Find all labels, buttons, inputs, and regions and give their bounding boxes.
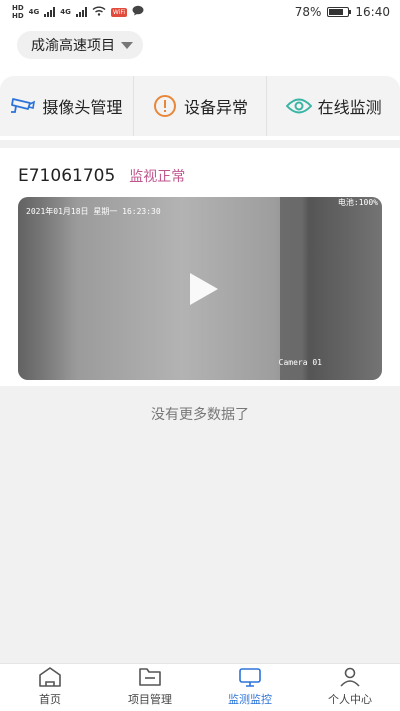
nav-label: 项目管理 [128,693,172,706]
tab-label: 摄像头管理 [42,98,123,117]
nav-personal-center[interactable]: 个人中心 [300,664,400,711]
wifi-icon [92,5,106,19]
osd-camera-label: Camera 01 [278,358,322,367]
notification-badge: WiFi [110,7,128,17]
device-id: E71061705 [18,166,116,186]
status-right: 78% 16:40 [295,5,390,19]
tab-device-exception[interactable]: 设备异常 [133,76,268,136]
osd-timestamp: 2021年01月18日 星期一 16:23:30 [26,207,161,216]
video-shadow-right [280,197,382,380]
osd-battery: 电池:100% [337,198,378,207]
video-shadow-left [18,197,78,380]
chat-icon [132,5,144,19]
hd-indicators: HD HD [12,4,24,20]
tab-label: 在线监测 [317,98,382,117]
device-status: 监视正常 [129,169,186,185]
tab-online-monitoring[interactable]: 在线监测 [267,76,400,136]
nav-label: 监测监控 [228,693,272,706]
header: 成渝高速项目 [0,24,400,62]
nav-label: 个人中心 [328,693,372,706]
status-bar: HD HD 4G 4G WiFi 78% 16:40 [0,0,400,24]
device-card-header: E71061705 监视正常 [18,166,382,186]
function-tabs: 摄像头管理 设备异常 在线监测 [0,62,400,140]
tab-label: 设备异常 [184,98,249,117]
device-card: E71061705 监视正常 2021年01月18日 星期一 16:23:30 … [0,148,400,386]
home-icon [38,666,62,688]
clock: 16:40 [355,5,390,19]
project-name: 成渝高速项目 [31,38,115,54]
bottom-nav: 首页 项目管理 监测监控 个人中心 [0,663,400,711]
monitor-icon [238,666,262,688]
signal-icon-2 [75,7,87,17]
nav-label: 首页 [39,693,61,706]
network-type-2: 4G [60,8,71,16]
chevron-down-icon [121,41,133,49]
network-type-1: 4G [28,8,40,16]
signal-icon [44,7,56,17]
battery-percent: 78% [294,5,322,19]
battery-fill [329,9,344,15]
tab-camera-management[interactable]: 摄像头管理 [0,76,134,136]
play-icon[interactable] [190,272,218,305]
hd-badge-2: HD [12,12,24,20]
nav-monitoring[interactable]: 监测监控 [200,664,300,711]
eye-icon [285,93,312,119]
folder-icon [138,666,162,688]
battery-icon [327,7,352,17]
nav-home[interactable]: 首页 [0,664,100,711]
camera-icon [10,93,36,119]
video-player[interactable]: 2021年01月18日 星期一 16:23:30 电池:100% Camera … [18,197,382,380]
user-icon [338,666,362,688]
list-end-text: 没有更多数据了 [151,407,249,423]
nav-project-management[interactable]: 项目管理 [100,664,200,711]
hd-badge-1: HD [12,4,24,12]
alert-icon [152,93,178,119]
status-left: HD HD 4G 4G WiFi [12,4,144,20]
project-selector[interactable]: 成渝高速项目 [17,31,143,59]
